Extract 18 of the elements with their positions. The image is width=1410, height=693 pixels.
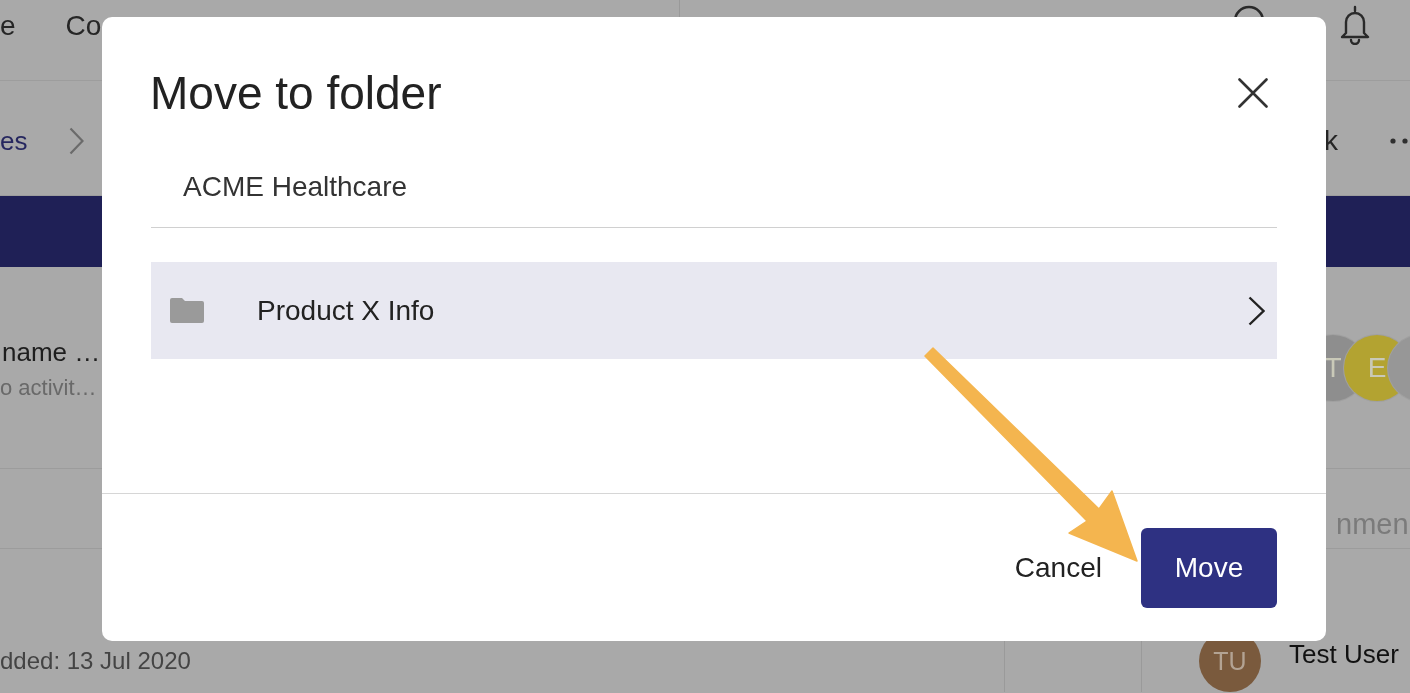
cancel-button[interactable]: Cancel (1004, 528, 1112, 608)
more-icon[interactable] (1390, 138, 1408, 144)
folder-icon (170, 298, 204, 323)
chevron-right-icon (69, 127, 85, 155)
chevron-right-icon (1248, 295, 1265, 326)
bell-icon[interactable] (1340, 5, 1370, 45)
move-button[interactable]: Move (1141, 528, 1277, 608)
record-subtitle: o activit… (0, 374, 97, 402)
folder-path: ACME Healthcare (183, 171, 408, 202)
record-title: name … (1, 337, 101, 367)
breadcrumb-link[interactable]: es (0, 125, 28, 157)
close-icon[interactable] (1238, 78, 1268, 108)
folder-row[interactable]: Product X Info (151, 262, 1277, 359)
nav-link[interactable]: e (0, 9, 16, 43)
nav-link[interactable]: Co (65, 9, 102, 43)
dialog-title: Move to folder (150, 66, 442, 121)
comment-author: Test User (1289, 638, 1399, 670)
added-date: dded: 13 Jul 2020 (0, 647, 191, 674)
